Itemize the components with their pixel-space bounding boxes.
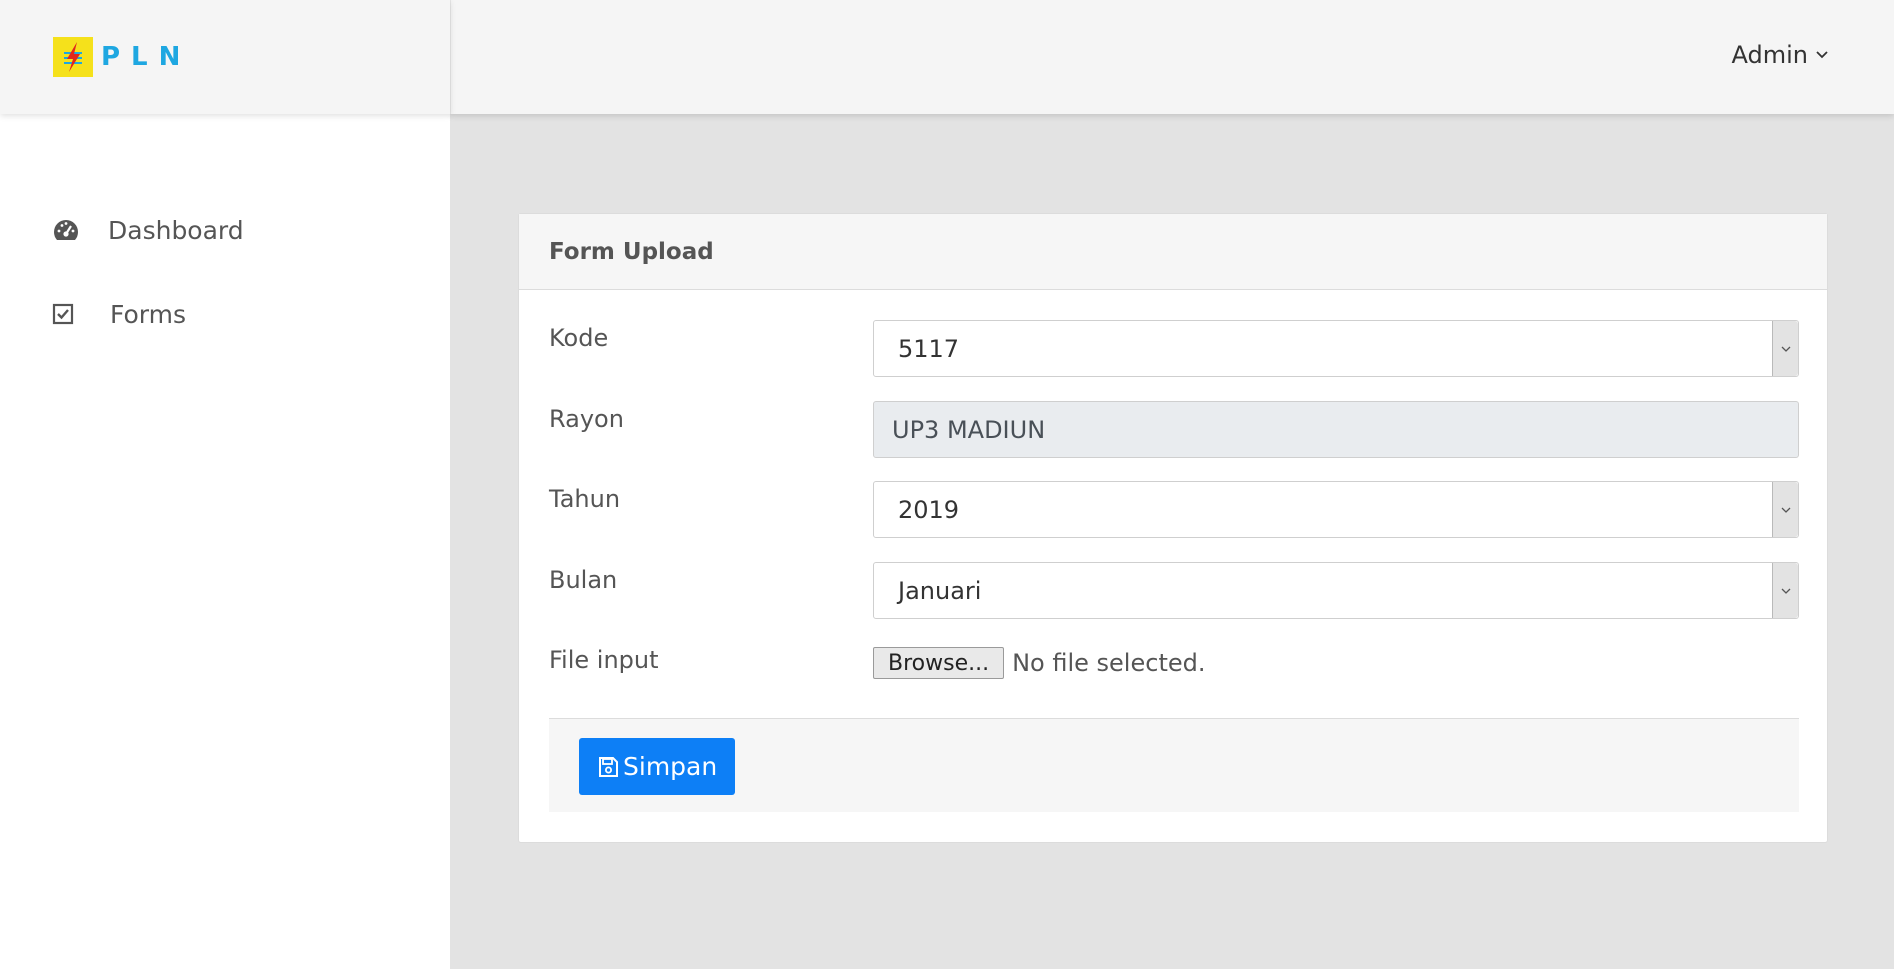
card-footer: Simpan (549, 718, 1799, 812)
tahun-select[interactable]: 2019 (873, 481, 1799, 538)
user-name: Admin (1731, 41, 1809, 69)
save-label: Simpan (623, 752, 718, 781)
sidebar-item-label: Forms (110, 299, 187, 329)
chevron-down-icon (1816, 51, 1828, 59)
tahun-row: Tahun 2019 (549, 481, 1799, 539)
bulan-value: Januari (898, 576, 982, 605)
kode-label: Kode (549, 324, 609, 352)
sidebar-nav: Dashboard Forms (0, 114, 450, 356)
file-row: File input Browse... No file selected. (549, 646, 1799, 704)
chevron-down-icon[interactable] (1772, 482, 1798, 537)
rayon-row: Rayon UP3 MADIUN (549, 401, 1799, 459)
brand[interactable]: PLN (0, 0, 450, 114)
sidebar-item-dashboard[interactable]: Dashboard (0, 188, 450, 272)
form-upload-card: Form Upload Kode 5117 Rayon UP3 MADIUN T… (518, 213, 1828, 843)
sidebar: PLN Dashboard Forms (0, 0, 450, 969)
file-status: No file selected. (1012, 649, 1206, 677)
save-icon (597, 756, 619, 778)
checkbox-icon (52, 300, 80, 328)
bulan-label: Bulan (549, 566, 618, 594)
brand-name: PLN (101, 42, 192, 72)
kode-row: Kode 5117 (549, 320, 1799, 378)
pln-logo-icon (53, 37, 93, 77)
save-button[interactable]: Simpan (579, 738, 736, 795)
browse-button[interactable]: Browse... (873, 647, 1005, 679)
bulan-select[interactable]: Januari (873, 562, 1799, 619)
bulan-row: Bulan Januari (549, 562, 1799, 620)
file-label: File input (549, 646, 659, 674)
sidebar-item-forms[interactable]: Forms (0, 272, 450, 356)
chevron-down-icon[interactable] (1772, 563, 1798, 618)
tahun-label: Tahun (549, 485, 621, 513)
sidebar-item-label: Dashboard (108, 215, 244, 245)
card-title: Form Upload (519, 214, 1827, 290)
tahun-value: 2019 (898, 495, 960, 524)
kode-value: 5117 (898, 334, 960, 363)
tachometer-icon (52, 216, 80, 244)
top-header: Admin (450, 0, 1894, 114)
rayon-label: Rayon (549, 405, 624, 433)
chevron-down-icon[interactable] (1772, 321, 1798, 376)
rayon-field: UP3 MADIUN (873, 401, 1799, 458)
user-menu[interactable]: Admin (1732, 41, 1829, 69)
file-input: Browse... No file selected. (873, 646, 1205, 680)
rayon-value: UP3 MADIUN (892, 415, 1046, 444)
kode-select[interactable]: 5117 (873, 320, 1799, 377)
